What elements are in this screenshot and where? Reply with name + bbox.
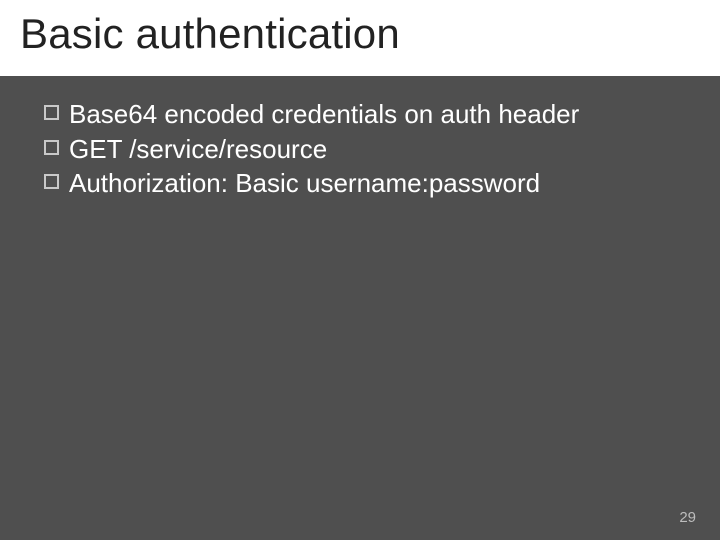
bullet-icon — [44, 105, 59, 120]
bullet-icon — [44, 174, 59, 189]
bullet-text: Base64 encoded credentials on auth heade… — [69, 98, 676, 131]
slide-title: Basic authentication — [20, 10, 700, 58]
slide: Basic authentication Base64 encoded cred… — [0, 0, 720, 540]
title-area: Basic authentication — [0, 0, 720, 76]
list-item: GET /service/resource — [44, 133, 676, 166]
list-item: Authorization: Basic username:password — [44, 167, 676, 200]
bullet-text: GET /service/resource — [69, 133, 676, 166]
bullet-icon — [44, 140, 59, 155]
bullet-text: Authorization: Basic username:password — [69, 167, 676, 200]
list-item: Base64 encoded credentials on auth heade… — [44, 98, 676, 131]
page-number: 29 — [679, 509, 696, 526]
slide-body: Base64 encoded credentials on auth heade… — [0, 76, 720, 200]
